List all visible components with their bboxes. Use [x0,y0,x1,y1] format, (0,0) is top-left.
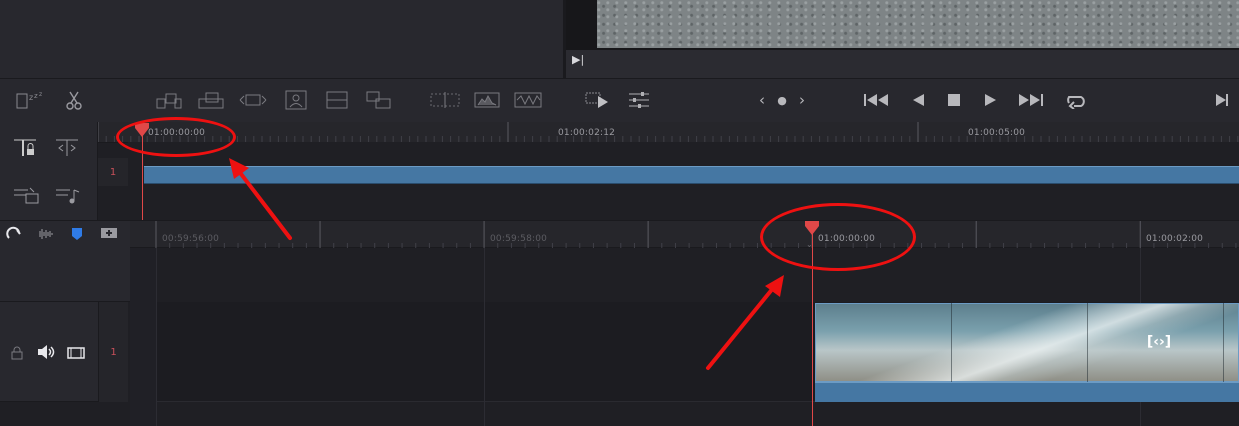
annotation-arrow-mini [229,158,292,240]
annotation-arrows [229,158,784,370]
annotation-arrow-main [706,275,784,370]
